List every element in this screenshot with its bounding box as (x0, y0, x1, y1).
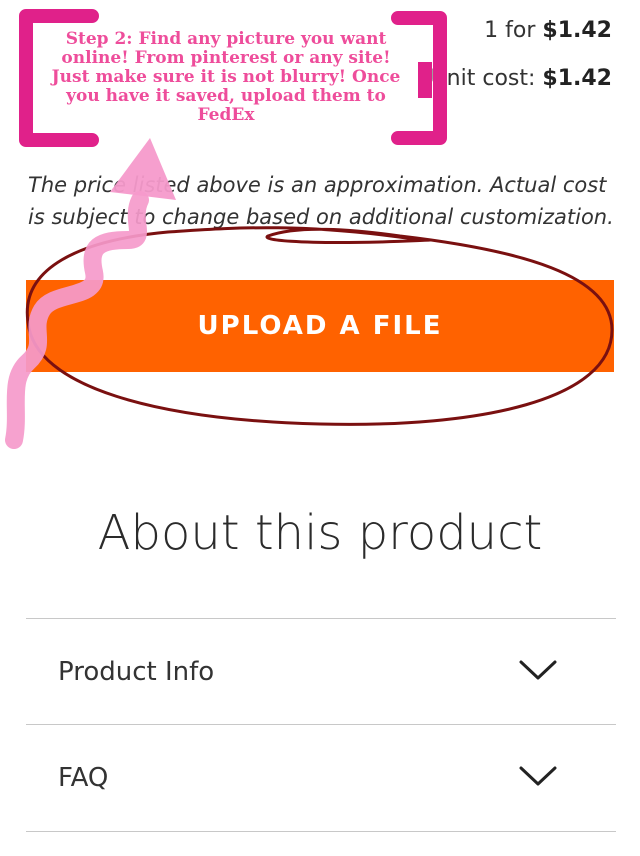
upload-file-button[interactable]: UPLOAD A FILE (26, 280, 614, 372)
accordion-product-info[interactable]: Product Info (26, 620, 616, 724)
divider (26, 724, 616, 725)
price-unit-prefix: Unit cost: (430, 66, 543, 91)
annotation-note-background (30, 24, 420, 142)
divider (26, 831, 616, 832)
chevron-down-icon (519, 766, 557, 786)
accordion-faq[interactable]: FAQ (26, 726, 616, 830)
about-heading: About this product (97, 505, 543, 561)
price-quantity-prefix: 1 for (484, 18, 543, 43)
price-disclaimer: The price listed above is an approximati… (28, 173, 614, 229)
divider (26, 618, 616, 619)
price-unit-value: $1.42 (542, 66, 612, 91)
bracket-left-icon (19, 9, 99, 147)
chevron-down-icon (519, 660, 557, 680)
annotation-note: Step 2: Find any picture you want online… (51, 29, 401, 125)
price-quantity-value: $1.42 (542, 18, 612, 43)
accordion-label: FAQ (58, 763, 109, 793)
accordion-label: Product Info (58, 657, 215, 687)
price-unit: Unit cost: $1.42 (431, 66, 612, 91)
price-quantity: 1 for $1.42 (484, 18, 612, 43)
